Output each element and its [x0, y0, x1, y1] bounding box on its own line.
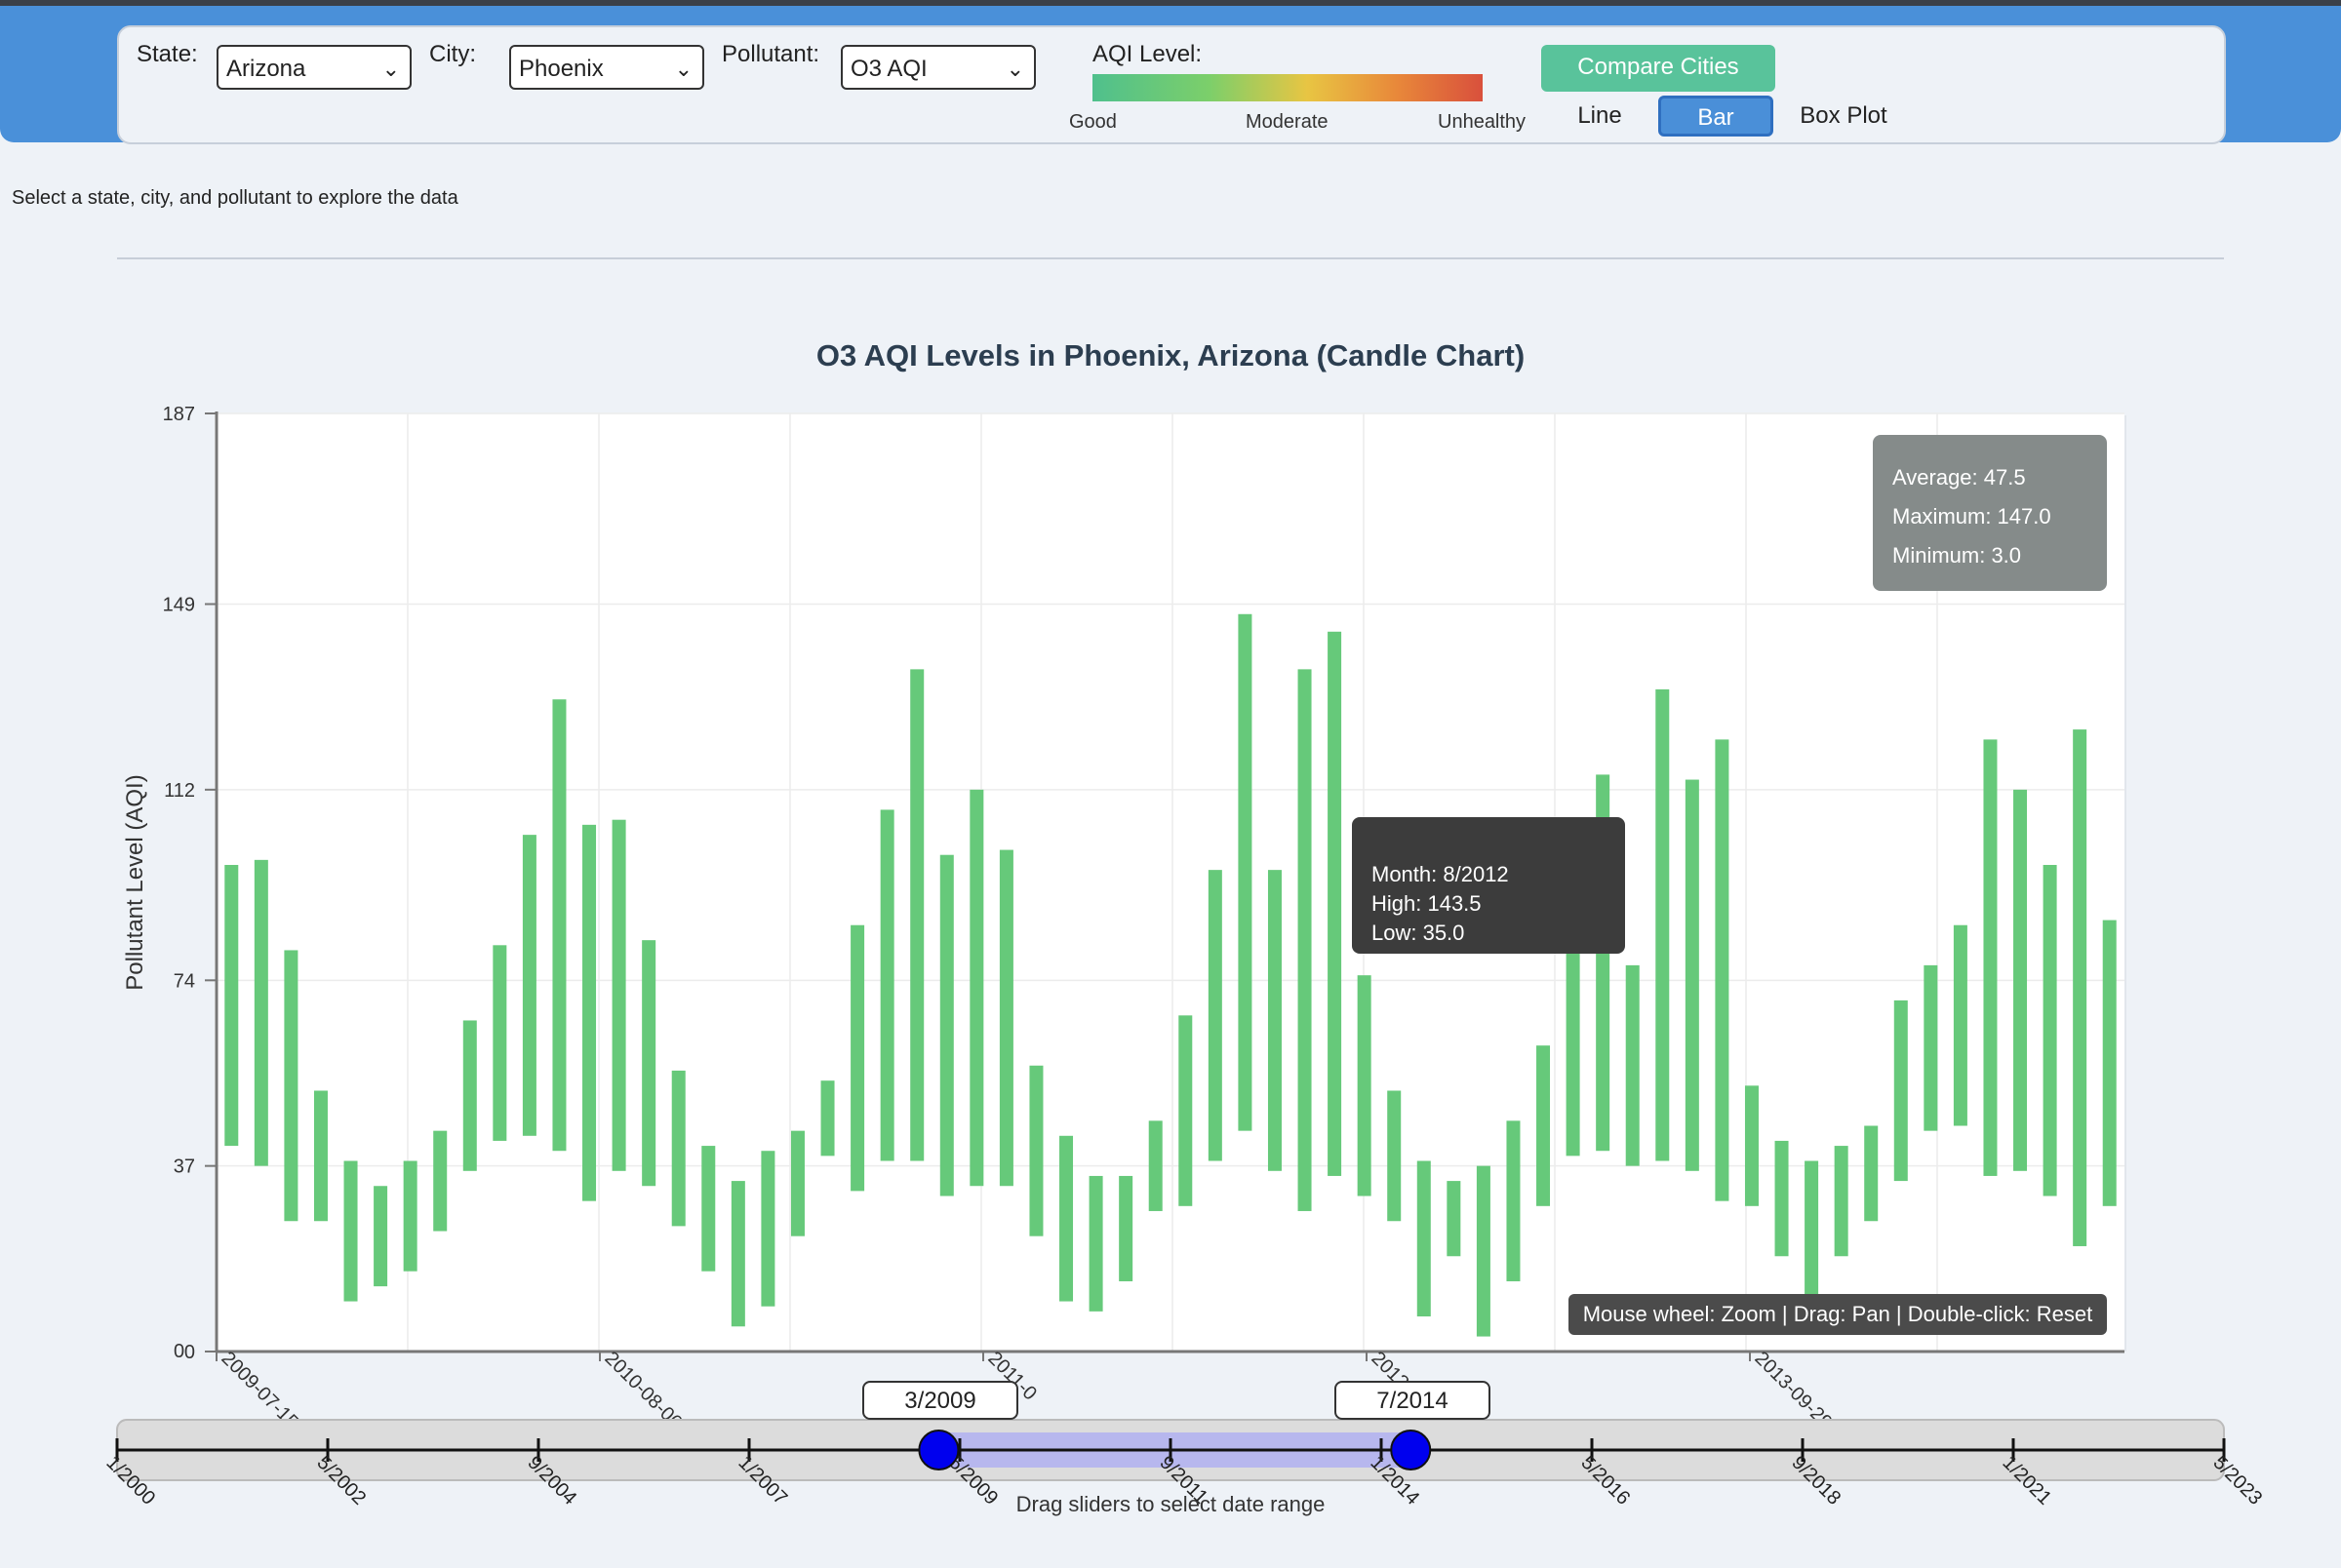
tooltip-month: Month: 8/2012 [1371, 862, 1509, 886]
stat-minimum: Minimum: 3.0 [1892, 543, 2022, 568]
candle-bar [820, 1080, 835, 1156]
candle-bar [671, 1070, 686, 1227]
candle-bar [522, 835, 536, 1136]
y-tick-label: 0 [184, 1342, 195, 1363]
candle-bar [1029, 1065, 1044, 1236]
candle-bar [1893, 1000, 1908, 1182]
candle-bar [552, 699, 567, 1152]
candle-bar [1267, 870, 1282, 1171]
candle-bar [1447, 1181, 1461, 1257]
slider-start-label: 3/2009 [862, 1381, 1018, 1420]
candle-bar [2013, 789, 2028, 1171]
candle-bar [999, 849, 1013, 1187]
candle-bar [2102, 920, 2117, 1206]
candle-bar [313, 1090, 328, 1222]
candle-bar [939, 854, 954, 1196]
candle-bar [1953, 924, 1967, 1126]
candle-bar [1566, 940, 1580, 1156]
candle-bar [1416, 1160, 1431, 1316]
candle-bar [731, 1181, 745, 1327]
candle-bar [1238, 613, 1252, 1131]
candle-bar [2043, 864, 2057, 1196]
candle-bar [851, 924, 865, 1192]
candle-bar [1536, 1045, 1551, 1206]
slider-end-handle[interactable] [1390, 1430, 1432, 1470]
candle-bar [1089, 1175, 1103, 1312]
candle-bar [374, 1186, 388, 1287]
y-tick-label: 74 [174, 970, 195, 992]
candle-bar [1059, 1135, 1074, 1302]
candle-bar [1506, 1120, 1521, 1281]
candle-bar [2073, 729, 2087, 1246]
candle-bar [970, 789, 984, 1187]
candle-bar [1685, 779, 1699, 1171]
candle-bar [1208, 870, 1222, 1161]
candle-bar [1387, 1090, 1402, 1222]
y-tick-label: 112 [164, 780, 195, 802]
candle-bar [284, 950, 298, 1222]
stat-average: Average: 47.5 [1892, 465, 2026, 490]
candle-bar [1924, 964, 1938, 1131]
candle-bar [493, 945, 507, 1141]
chart-title: O3 AQI Levels in Phoenix, Arizona (Candl… [816, 338, 1525, 372]
candle-bar [1476, 1165, 1490, 1337]
slider-end-label: 7/2014 [1334, 1381, 1490, 1420]
candle-bar [880, 809, 894, 1161]
candle-bar [343, 1160, 358, 1302]
candle-bar [1625, 964, 1640, 1166]
tooltip-high: High: 143.5 [1371, 891, 1482, 916]
tooltip-low: Low: 35.0 [1371, 921, 1465, 945]
candle-bar [1357, 975, 1371, 1196]
candle-bar [1744, 1085, 1759, 1206]
candle-bar [1148, 1120, 1163, 1211]
candle-bar [403, 1160, 417, 1272]
stat-maximum: Maximum: 147.0 [1892, 504, 2051, 529]
y-tick-label: 149 [163, 594, 195, 615]
candle-bar [224, 864, 239, 1147]
slider-start-handle[interactable] [918, 1430, 960, 1470]
candle-bar [1655, 688, 1670, 1161]
bar-tooltip: Month: 8/2012 High: 143.5 Low: 35.0 [1352, 817, 1625, 954]
candle-bar [910, 669, 925, 1161]
y-axis-label: Pollutant Level (AQI) [122, 774, 148, 990]
candle-bar [1119, 1175, 1133, 1281]
candle-bar [1983, 739, 1998, 1176]
candle-bar [612, 819, 626, 1171]
candle-bar [462, 1020, 477, 1171]
stats-box: Average: 47.5 Maximum: 147.0 Minimum: 3.… [1873, 435, 2107, 591]
candle-bar [790, 1130, 805, 1236]
candle-bar [761, 1151, 775, 1307]
candle-bar [1834, 1146, 1848, 1257]
y-tick-label-zero: 0 [174, 1341, 184, 1362]
candle-bar [701, 1146, 716, 1272]
candle-bar [1774, 1140, 1789, 1257]
candle-bar [433, 1130, 448, 1232]
zoom-hint: Mouse wheel: Zoom | Drag: Pan | Double-c… [1568, 1294, 2107, 1335]
y-tick-label: 37 [174, 1156, 195, 1178]
y-tick-label: 187 [163, 404, 195, 425]
candle-bar [582, 824, 597, 1201]
candle-bar [1864, 1125, 1879, 1222]
candle-bar [254, 859, 268, 1166]
candle-bar [1715, 739, 1729, 1201]
candle-bar [1805, 1160, 1819, 1297]
candle-bar [642, 940, 656, 1187]
candle-bar [1328, 631, 1342, 1176]
candle-bar [1178, 1015, 1193, 1206]
slider-caption: Drag sliders to select date range [1015, 1492, 1326, 1516]
candle-bar [1297, 669, 1312, 1211]
